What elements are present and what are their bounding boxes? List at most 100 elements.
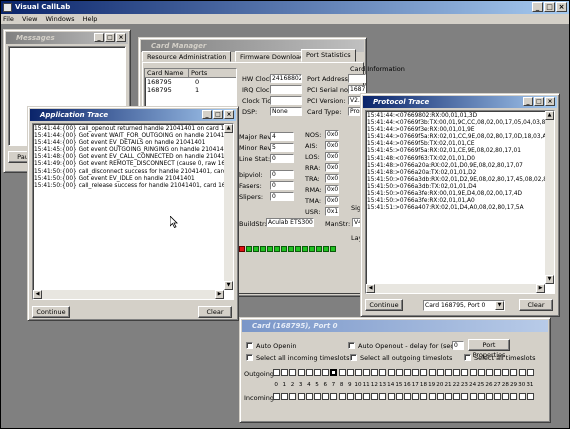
timeslot-checkbox[interactable] <box>526 393 534 400</box>
protocol-trace-log[interactable]: 15:41:44:<07669802:RX:00,01,01,3D 15:41:4… <box>365 110 555 294</box>
timeslot-checkbox[interactable] <box>395 393 403 400</box>
timeslot-checkbox[interactable] <box>395 369 403 376</box>
timeslot-checkbox[interactable] <box>379 369 387 376</box>
timeslot-checkbox[interactable] <box>518 393 526 400</box>
protocol-vertical-scrollbar[interactable]: ▲ ▼ <box>545 111 554 284</box>
protocol-trace-minimize-button[interactable]: _ <box>523 97 533 106</box>
timeslot-checkbox[interactable] <box>363 369 371 376</box>
menu-file[interactable]: File <box>3 15 14 23</box>
timeslot-checkbox[interactable] <box>346 393 354 400</box>
auto-openout-checkbox[interactable] <box>348 342 355 349</box>
timeslot-checkbox[interactable] <box>379 393 387 400</box>
scroll-right-icon[interactable]: ▶ <box>536 284 545 293</box>
app-vertical-scrollbar[interactable]: ▲ ▼ <box>224 124 233 290</box>
application-trace-title-bar[interactable]: Application Trace _ □ × <box>30 109 236 121</box>
timeslot-checkbox[interactable] <box>485 369 493 376</box>
protocol-horizontal-scrollbar[interactable]: ◀ ▶ <box>366 284 545 293</box>
timeslot-checkbox[interactable] <box>477 393 485 400</box>
timeslot-checkbox[interactable] <box>338 393 346 400</box>
timeslot-checkbox[interactable] <box>412 369 420 376</box>
card-port-title-bar[interactable]: Card (168795), Port 0 <box>242 320 548 332</box>
maximize-button[interactable]: □ <box>544 2 555 12</box>
timeslot-checkbox[interactable] <box>281 369 289 376</box>
timeslot-checkbox[interactable] <box>371 369 379 376</box>
timeslot-checkbox[interactable] <box>461 369 469 376</box>
timeslot-checkbox[interactable] <box>428 393 436 400</box>
timeslot-checkbox[interactable] <box>420 369 428 376</box>
ports-header[interactable]: Ports <box>189 69 229 77</box>
menu-windows[interactable]: Windows <box>45 15 74 23</box>
timeslot-checkbox[interactable] <box>444 393 452 400</box>
timeslot-checkbox[interactable] <box>322 393 330 400</box>
timeslot-checkbox[interactable] <box>330 393 338 400</box>
timeslot-checkbox[interactable] <box>420 393 428 400</box>
scroll-left-icon[interactable]: ◀ <box>33 290 42 299</box>
timeslot-checkbox[interactable] <box>469 369 477 376</box>
tab-resource-administration[interactable]: Resource Administration <box>142 51 232 62</box>
timeslot-checkbox[interactable] <box>461 393 469 400</box>
timeslot-checkbox[interactable] <box>453 369 461 376</box>
timeslot-checkbox[interactable] <box>469 393 477 400</box>
timeslot-checkbox[interactable] <box>494 369 502 376</box>
timeslot-checkbox[interactable] <box>273 393 280 400</box>
application-trace-log[interactable]: 15:41:44:{00} call_openout returned hand… <box>32 123 234 300</box>
scroll-up-icon[interactable]: ▲ <box>224 124 233 133</box>
close-button[interactable]: × <box>556 2 567 12</box>
timeslot-checkbox[interactable] <box>387 369 395 376</box>
scroll-down-icon[interactable]: ▼ <box>545 275 554 284</box>
scroll-left-icon[interactable]: ◀ <box>366 284 375 293</box>
app-horizontal-scrollbar[interactable]: ◀ ▶ <box>33 290 224 299</box>
timeslot-checkbox[interactable] <box>297 393 305 400</box>
scroll-down-icon[interactable]: ▼ <box>224 281 233 290</box>
port-properties-button[interactable]: Port Properties <box>468 339 510 359</box>
timeslot-checkbox[interactable] <box>494 393 502 400</box>
timeslot-checkbox[interactable] <box>387 393 395 400</box>
app-trace-minimize-button[interactable]: _ <box>202 110 212 119</box>
app-continue-button[interactable]: Continue <box>32 306 70 318</box>
timeslot-checkbox[interactable] <box>444 369 452 376</box>
protocol-trace-close-button[interactable]: × <box>545 97 555 106</box>
messages-title-bar[interactable]: Messages _ □ × <box>6 32 128 44</box>
timeslot-checkbox[interactable] <box>313 369 321 376</box>
app-trace-maximize-button[interactable]: □ <box>213 110 223 119</box>
card-name-header[interactable]: Card Name <box>145 69 189 77</box>
timeslot-checkbox[interactable] <box>404 369 411 376</box>
timeslot-checkbox[interactable] <box>518 369 526 376</box>
timeslot-checkbox[interactable] <box>305 393 313 400</box>
timeslot-checkbox[interactable] <box>313 393 321 400</box>
protocol-trace-title-bar[interactable]: Protocol Trace _ □ × <box>363 96 557 108</box>
select-outgoing-checkbox[interactable] <box>350 354 357 361</box>
timeslot-checkbox[interactable] <box>526 369 534 376</box>
timeslot-checkbox[interactable] <box>363 393 371 400</box>
messages-maximize-button[interactable]: □ <box>105 33 115 42</box>
timeslot-checkbox[interactable] <box>354 369 362 376</box>
table-row[interactable]: 168795 1 <box>145 86 236 94</box>
scroll-right-icon[interactable]: ▶ <box>215 290 224 299</box>
timeslot-checkbox[interactable] <box>330 369 338 376</box>
tab-port-statistics[interactable]: Port Statistics <box>301 49 356 62</box>
app-clear-button[interactable]: Clear <box>198 306 232 318</box>
protocol-continue-button[interactable]: Continue <box>365 299 403 311</box>
menu-help[interactable]: Help <box>83 15 98 23</box>
timeslot-checkbox[interactable] <box>502 369 510 376</box>
scroll-up-icon[interactable]: ▲ <box>545 111 554 120</box>
app-trace-close-button[interactable]: × <box>224 110 234 119</box>
protocol-clear-button[interactable]: Clear <box>519 299 553 311</box>
menu-view[interactable]: View <box>22 15 37 23</box>
timeslot-checkbox[interactable] <box>371 393 379 400</box>
timeslot-checkbox[interactable] <box>502 393 510 400</box>
card-port-select[interactable]: Card 168795, Port 0 ▼ <box>423 300 505 311</box>
select-all-checkbox[interactable] <box>464 354 471 361</box>
messages-close-button[interactable]: × <box>116 33 126 42</box>
card-table[interactable]: Card Name Ports 168795 0 168795 1 <box>144 68 237 108</box>
timeslot-checkbox[interactable] <box>404 393 411 400</box>
chevron-down-icon[interactable]: ▼ <box>495 301 504 310</box>
timeslot-checkbox[interactable] <box>510 393 518 400</box>
timeslot-checkbox[interactable] <box>436 369 444 376</box>
timeslot-checkbox[interactable] <box>322 369 330 376</box>
messages-minimize-button[interactable]: _ <box>94 33 104 42</box>
protocol-trace-maximize-button[interactable]: □ <box>534 97 544 106</box>
select-incoming-checkbox[interactable] <box>246 354 253 361</box>
timeslot-checkbox[interactable] <box>436 393 444 400</box>
timeslot-checkbox[interactable] <box>346 369 354 376</box>
